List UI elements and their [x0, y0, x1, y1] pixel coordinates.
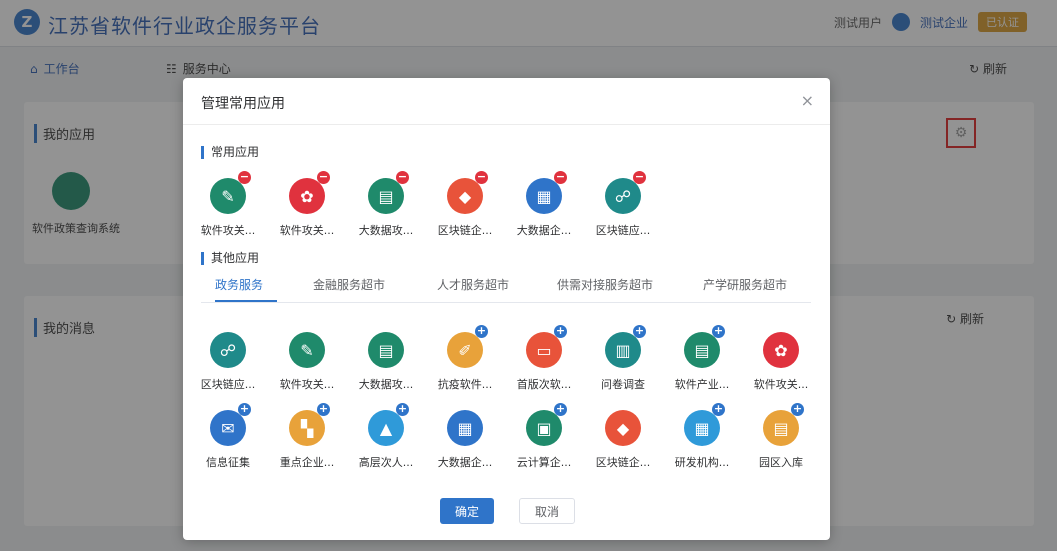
diamond-icon: ◆	[605, 410, 641, 446]
dialog-title: 管理常用应用	[201, 96, 285, 112]
add-icon[interactable]: +	[396, 403, 409, 416]
section-common-apps: 常用应用	[201, 146, 259, 159]
app-label: 大数据攻...	[358, 378, 414, 391]
add-icon[interactable]: +	[633, 325, 646, 338]
grid-icon: ✿ −	[289, 171, 330, 214]
app-item[interactable]: ☍ − 区块链应...	[586, 171, 660, 244]
network-icon: ☍	[210, 332, 246, 368]
app-label: 园区入库	[759, 456, 803, 469]
building-icon: ▦ −	[526, 171, 567, 214]
app-item[interactable]: ▤ − 大数据攻...	[349, 171, 423, 244]
app-item[interactable]: ▦ − 大数据企...	[507, 171, 581, 244]
close-icon[interactable]: ×	[801, 91, 814, 110]
app-label: 软件攻关...	[753, 378, 809, 391]
app-item[interactable]: ▥ + 问卷调查	[586, 325, 660, 398]
app-label: 区块链应...	[595, 224, 651, 237]
app-label: 大数据攻...	[358, 224, 414, 237]
manage-apps-dialog: 管理常用应用 × 常用应用 ✎ − 软件攻关... ✿ − 软件攻关... ▤ − 大数据攻..…	[183, 78, 830, 540]
app-item[interactable]: ▚ + 重点企业...	[270, 403, 344, 476]
add-icon[interactable]: +	[554, 325, 567, 338]
network-icon: ☍ −	[605, 171, 646, 214]
add-icon[interactable]: +	[238, 403, 251, 416]
chart-icon: ▚ +	[289, 403, 330, 446]
app-item[interactable]: ▭ + 首版次软...	[507, 325, 581, 398]
app-label: 云计算企...	[516, 456, 572, 469]
remove-icon[interactable]: −	[317, 171, 330, 184]
clipboard-icon: ▥ +	[605, 325, 646, 368]
app-item[interactable]: ✐ + 抗疫软件...	[428, 325, 502, 398]
remove-icon[interactable]: −	[238, 171, 251, 184]
add-icon[interactable]: +	[475, 325, 488, 338]
app-label: 区块链应...	[200, 378, 256, 391]
app-label: 大数据企...	[516, 224, 572, 237]
app-item[interactable]: ◆ − 区块链企...	[428, 171, 502, 244]
grid-icon: ✿	[763, 332, 799, 368]
report-icon: ▤ +	[684, 325, 725, 368]
document-icon: ▤ −	[368, 171, 409, 214]
app-item[interactable]: ✿ 软件攻关...	[744, 332, 818, 398]
dialog-header: 管理常用应用 ×	[183, 78, 830, 125]
app-label: 大数据企...	[437, 456, 493, 469]
app-item[interactable]: ✎ 软件攻关...	[270, 332, 344, 398]
app-label: 信息征集	[206, 456, 250, 469]
tab-supply-demand-market[interactable]: 供需对接服务超市	[557, 276, 653, 293]
edit-icon: ✎ −	[210, 171, 251, 214]
mail-icon: ✉ +	[210, 403, 251, 446]
file-icon: ▤ +	[763, 403, 804, 446]
app-item[interactable]: ☍ 区块链应...	[191, 332, 265, 398]
app-item[interactable]: ✉ + 信息征集	[191, 403, 265, 476]
app-label: 软件攻关...	[279, 224, 335, 237]
remove-icon[interactable]: −	[633, 171, 646, 184]
remove-icon[interactable]: −	[396, 171, 409, 184]
window-icon: ▭ +	[526, 325, 567, 368]
add-icon[interactable]: +	[554, 403, 567, 416]
cancel-button[interactable]: 取消	[519, 498, 575, 524]
pen-icon: ✐ +	[447, 325, 488, 368]
app-label: 重点企业...	[279, 456, 335, 469]
app-item[interactable]: ▣ + 云计算企...	[507, 403, 581, 476]
tab-government-services[interactable]: 政务服务	[215, 276, 263, 293]
remove-icon[interactable]: −	[554, 171, 567, 184]
app-label: 软件产业...	[674, 378, 730, 391]
app-label: 抗疫软件...	[437, 378, 493, 391]
edit-icon: ✎	[289, 332, 325, 368]
add-icon[interactable]: +	[791, 403, 804, 416]
app-item[interactable]: ▦ + 研发机构...	[665, 403, 739, 476]
diamond-icon: ◆ −	[447, 171, 488, 214]
lab-icon: ▦ +	[684, 403, 725, 446]
remove-icon[interactable]: −	[475, 171, 488, 184]
app-label: 区块链企...	[595, 456, 651, 469]
tab-industry-research-market[interactable]: 产学研服务超市	[703, 276, 787, 293]
app-item[interactable]: ✎ − 软件攻关...	[191, 171, 265, 244]
add-icon[interactable]: +	[317, 403, 330, 416]
confirm-button[interactable]: 确定	[440, 498, 494, 524]
add-icon[interactable]: +	[712, 403, 725, 416]
graduation-icon: ▲ +	[368, 403, 409, 446]
app-label: 区块链企...	[437, 224, 493, 237]
app-label: 研发机构...	[674, 456, 730, 469]
category-tabs: 政务服务 金融服务超市 人才服务超市 供需对接服务超市 产学研服务超市	[201, 274, 811, 303]
app-label: 首版次软...	[516, 378, 572, 391]
add-icon[interactable]: +	[712, 325, 725, 338]
app-label: 高层次人...	[358, 456, 414, 469]
document-icon: ▤	[368, 332, 404, 368]
tab-talent-market[interactable]: 人才服务超市	[437, 276, 509, 293]
app-label: 软件攻关...	[200, 224, 256, 237]
app-item[interactable]: ▤ + 园区入库	[744, 403, 818, 476]
monitor-icon: ▣ +	[526, 403, 567, 446]
app-label: 软件攻关...	[279, 378, 335, 391]
app-item[interactable]: ▤ + 软件产业...	[665, 325, 739, 398]
tab-finance-market[interactable]: 金融服务超市	[313, 276, 385, 293]
app-item[interactable]: ▲ + 高层次人...	[349, 403, 423, 476]
app-item[interactable]: ◆ 区块链企...	[586, 410, 660, 476]
section-other-apps: 其他应用	[201, 252, 259, 265]
app-item[interactable]: ▤ 大数据攻...	[349, 332, 423, 398]
building-icon: ▦	[447, 410, 483, 446]
active-tab-indicator	[215, 300, 277, 302]
app-label: 问卷调查	[601, 378, 645, 391]
app-item[interactable]: ✿ − 软件攻关...	[270, 171, 344, 244]
app-item[interactable]: ▦ 大数据企...	[428, 410, 502, 476]
